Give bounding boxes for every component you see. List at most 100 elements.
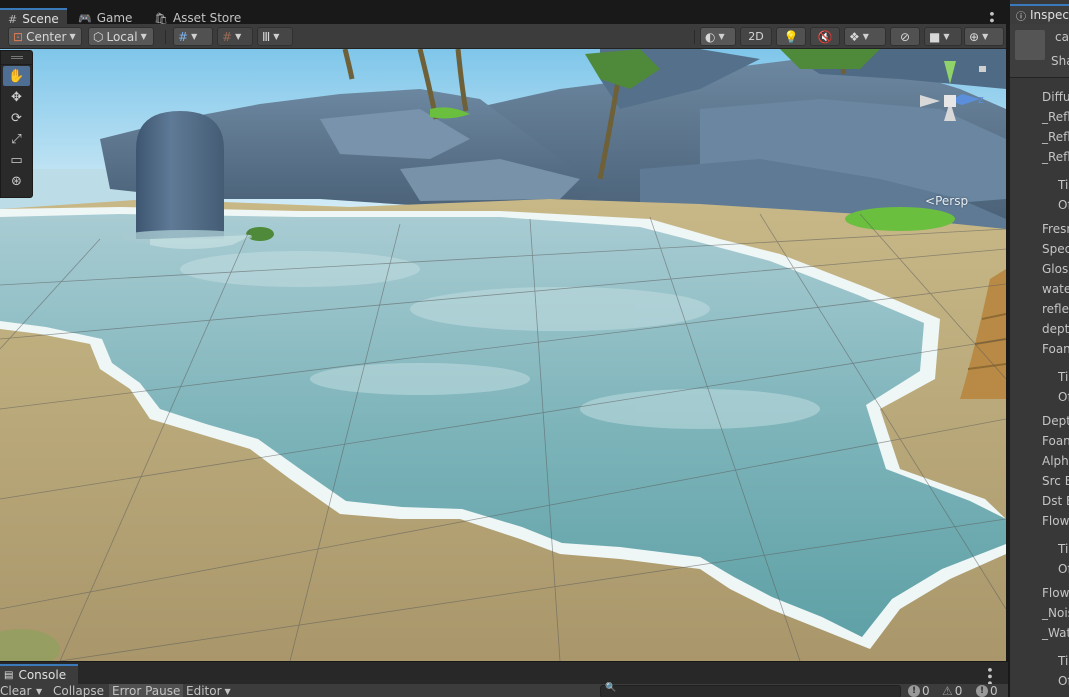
scene-visibility-toggle[interactable]: ⊘ bbox=[890, 27, 920, 46]
property-label: Foan bbox=[1042, 434, 1069, 448]
gizmo-y-label: y bbox=[946, 57, 953, 70]
chevron-down-icon: ▼ bbox=[140, 32, 147, 41]
property-label: Gloss bbox=[1042, 262, 1069, 276]
material-thumbnail bbox=[1015, 30, 1045, 60]
property-label: Dept bbox=[1042, 414, 1069, 428]
property-label: _Nois bbox=[1042, 606, 1069, 620]
chevron-down-icon: ▼ bbox=[943, 32, 950, 41]
property-label: Flow bbox=[1042, 514, 1069, 528]
toggle-2d-button[interactable]: 2D bbox=[740, 27, 772, 46]
pivot-mode-label: Center bbox=[26, 29, 67, 44]
inspector-tab-label: Inspec bbox=[1030, 8, 1069, 22]
log-counter[interactable]: ! 0 bbox=[908, 684, 930, 697]
property-label: _Refl bbox=[1042, 150, 1069, 164]
property-label: _Refl bbox=[1042, 130, 1069, 144]
property-label: Dst B bbox=[1042, 494, 1069, 508]
chevron-down-icon: ▼ bbox=[224, 686, 231, 696]
ruler-icon: Ⅲ bbox=[262, 29, 271, 44]
collapse-label: Collapse bbox=[53, 684, 104, 697]
lighting-toggle[interactable]: 💡 bbox=[776, 27, 806, 46]
camera-settings-dropdown[interactable]: ■ ▼ bbox=[924, 27, 962, 46]
gizmo-z-label: z bbox=[978, 93, 984, 106]
pivot-center-icon: ⊡ bbox=[13, 29, 24, 44]
property-label: Of bbox=[1058, 390, 1069, 404]
editor-dropdown[interactable]: Editor ▼ bbox=[186, 684, 231, 697]
scale-tool-icon[interactable]: ⤢ bbox=[3, 129, 30, 149]
chevron-down-icon: ▼ bbox=[191, 32, 198, 41]
pivot-mode-dropdown[interactable]: ⊡ Center ▼ bbox=[8, 27, 82, 46]
pivot-rotation-label: Local bbox=[106, 29, 138, 44]
projection-toggle[interactable]: <Persp bbox=[925, 194, 968, 208]
projection-label: Persp bbox=[935, 194, 969, 208]
property-label: Ti bbox=[1058, 178, 1069, 192]
clear-button[interactable]: Clear bbox=[0, 684, 31, 697]
search-icon: 🔍 bbox=[605, 683, 617, 693]
rotate-tool-icon[interactable]: ⟳ bbox=[3, 108, 30, 128]
tab-console[interactable]: ▤ Console bbox=[0, 664, 78, 684]
draw-mode-dropdown[interactable]: ◐ ▼ bbox=[700, 27, 736, 46]
property-label: Diffu bbox=[1042, 90, 1069, 104]
move-tool-icon[interactable]: ✥ bbox=[3, 87, 30, 107]
scene-toolbar: ⊡ Center ▼ ⬡ Local ▼ # ▼ # ▼ Ⅲ ▼ ◐ ▼ 2D bbox=[0, 24, 1006, 49]
console-window: ▤ Console ••• Clear ▼ Collapse Error Pau… bbox=[0, 661, 1008, 697]
bag-icon: 🛍 bbox=[154, 11, 168, 25]
property-label: Foan bbox=[1042, 342, 1069, 356]
hand-tool-icon[interactable]: ✋ bbox=[3, 66, 30, 86]
grid-icon: # bbox=[222, 29, 233, 44]
increment-snap-button[interactable]: Ⅲ ▼ bbox=[257, 27, 293, 46]
property-label: _Refl bbox=[1042, 110, 1069, 124]
error-pause-button[interactable]: Error Pause bbox=[109, 684, 184, 697]
error-count: 0 bbox=[990, 684, 998, 697]
property-label: Ti bbox=[1058, 370, 1069, 384]
speaker-muted-icon: 🔇 bbox=[817, 29, 833, 44]
grid-visibility-button[interactable]: # ▼ bbox=[217, 27, 253, 46]
pivot-rotation-dropdown[interactable]: ⬡ Local ▼ bbox=[88, 27, 154, 46]
warning-counter[interactable]: ⚠ 0 bbox=[942, 684, 962, 697]
clear-options-dropdown[interactable]: ▼ bbox=[36, 684, 42, 697]
chevron-down-icon: ▼ bbox=[718, 32, 725, 41]
scene-viewport[interactable]: y z <Persp bbox=[0, 49, 1006, 661]
shading-sphere-icon: ◐ bbox=[705, 29, 716, 44]
tab-game-label: Game bbox=[96, 11, 133, 25]
property-label: Ti bbox=[1058, 654, 1069, 668]
cube-icon: ⬡ bbox=[93, 29, 104, 44]
camera-icon: ■ bbox=[929, 29, 941, 44]
chevron-down-icon: ▼ bbox=[69, 32, 76, 41]
property-label: Spec bbox=[1042, 242, 1069, 256]
property-label: Fresn bbox=[1042, 222, 1069, 236]
property-label: Src B bbox=[1042, 474, 1069, 488]
chevron-down-icon: ▼ bbox=[982, 32, 989, 41]
property-label: Alpha bbox=[1042, 454, 1069, 468]
effects-dropdown[interactable]: ❖ ▼ bbox=[844, 27, 886, 46]
console-menu-kebab-icon[interactable]: ••• bbox=[981, 666, 996, 686]
property-label: reflec bbox=[1042, 302, 1069, 316]
lightbulb-icon: 💡 bbox=[783, 29, 799, 44]
layers-icon: ❖ bbox=[849, 29, 860, 44]
warning-count: 0 bbox=[954, 684, 963, 697]
scene-render: y z bbox=[0, 49, 1006, 661]
inspector-panel: ⓘ Inspec ca Sha Diffu _Refl _Refl _Refl Ti Of… bbox=[1009, 0, 1069, 697]
audio-toggle[interactable]: 🔇 bbox=[810, 27, 840, 46]
rect-tool-icon[interactable]: ▭ bbox=[3, 150, 30, 170]
gamepad-icon: 🎮 bbox=[78, 11, 92, 25]
console-toolbar: Clear ▼ Collapse Error Pause Editor ▼ 🔍 … bbox=[0, 683, 1008, 697]
transform-tool-icon[interactable]: ⊛ bbox=[3, 171, 30, 191]
grid-snap-button[interactable]: # ▼ bbox=[173, 27, 213, 46]
eye-slash-icon: ⊘ bbox=[899, 29, 911, 44]
material-name: ca bbox=[1055, 30, 1069, 44]
gizmos-dropdown[interactable]: ⊕ ▼ bbox=[964, 27, 1004, 46]
toggle-2d-label: 2D bbox=[748, 30, 764, 43]
property-label: depth bbox=[1042, 322, 1069, 336]
collapse-button[interactable]: Collapse bbox=[53, 684, 104, 697]
property-label: Flow bbox=[1042, 586, 1069, 600]
tab-inspector[interactable]: ⓘ Inspec bbox=[1010, 4, 1069, 24]
error-counter[interactable]: ! 0 bbox=[976, 684, 998, 697]
error-icon: ! bbox=[976, 685, 988, 697]
log-count: 0 bbox=[922, 684, 930, 697]
chevron-left-icon: < bbox=[925, 194, 936, 208]
property-label: wate bbox=[1042, 282, 1069, 296]
console-search-input[interactable]: 🔍 bbox=[600, 683, 901, 697]
material-header: ca Sha bbox=[1010, 24, 1069, 78]
drag-handle-icon[interactable] bbox=[1, 51, 32, 65]
chevron-down-icon: ▼ bbox=[273, 32, 280, 41]
